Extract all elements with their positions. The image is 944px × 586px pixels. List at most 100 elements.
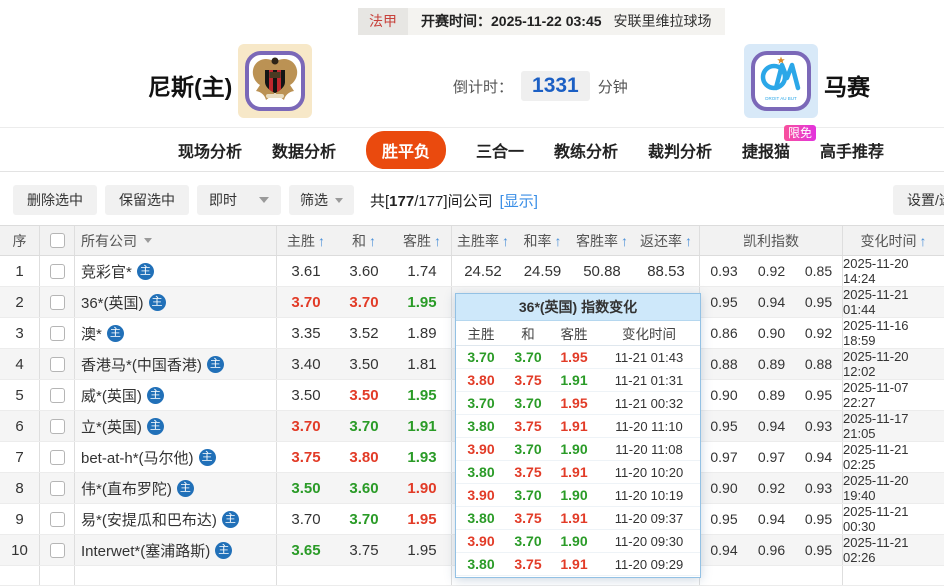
- popup-home-odds: 3.80: [467, 510, 495, 526]
- delete-selected-button[interactable]: 删除选中: [13, 185, 97, 215]
- odds-value: 3.50: [291, 386, 321, 404]
- popup-away-odds: 1.90: [560, 487, 588, 503]
- caret-down-icon: [259, 197, 269, 203]
- popup-change-time: 11-21 01:31: [614, 372, 684, 388]
- company-cell[interactable]: 易*(安提瓜和巴布达) 主: [75, 504, 277, 534]
- col-home-odds[interactable]: 主胜 ↑: [277, 226, 335, 255]
- company-cell[interactable]: 香港马*(中国香港) 主: [75, 349, 277, 379]
- kickoff-info: 开赛时间：2025-11-22 03:45 安联里维拉球场: [408, 8, 725, 35]
- kelly-value: 0.95: [795, 380, 843, 410]
- company-cell[interactable]: bet-at-h*(马尔他) 主: [75, 442, 277, 472]
- row-checkbox[interactable]: [49, 356, 65, 372]
- change-time: 2025-11-20 12:02: [843, 349, 909, 379]
- popup-draw-odds: 3.75: [514, 510, 542, 526]
- row-checkbox[interactable]: [49, 325, 65, 341]
- row-checkbox[interactable]: [49, 449, 65, 465]
- home-badge-icon: 主: [146, 386, 164, 404]
- time-filter-value: 即时: [209, 192, 237, 208]
- col-return-rate[interactable]: 返还率 ↑: [633, 226, 700, 255]
- col-draw-rate[interactable]: 和率 ↑: [514, 226, 571, 255]
- company-cell[interactable]: 伟*(直布罗陀) 主: [75, 473, 277, 503]
- company-cell[interactable]: 澳* 主: [75, 318, 277, 348]
- change-time: 2025-11-16 18:59: [843, 318, 909, 348]
- tab-数据分析[interactable]: 数据分析: [272, 138, 336, 162]
- row-checkbox[interactable]: [49, 387, 65, 403]
- tab-现场分析[interactable]: 现场分析: [178, 138, 242, 162]
- tab-捷报猫[interactable]: 捷报猫 限免: [742, 124, 817, 162]
- company-cell[interactable]: 竞彩官* 主: [75, 256, 277, 286]
- change-time: 2025-11-07 22:27: [843, 380, 909, 410]
- popup-change-time: 11-21 01:43: [614, 349, 684, 365]
- show-link[interactable]: [显示]: [500, 190, 538, 211]
- popup-home-odds: 3.80: [467, 372, 495, 388]
- col-away-rate[interactable]: 客胜率 ↑: [571, 226, 633, 255]
- row-checkbox[interactable]: [49, 480, 65, 496]
- odds-value: 3.35: [291, 324, 321, 342]
- row-checkbox[interactable]: [49, 511, 65, 527]
- kelly-value: 0.92: [795, 318, 843, 348]
- company-name: 竞彩官*: [81, 263, 132, 281]
- kickoff-label: 开赛时间：: [421, 13, 491, 29]
- tab-label: 三合一: [475, 143, 524, 161]
- toolbar: 删除选中 保留选中 即时 筛选 共[177/177]间公司 [显示] 设置/选择: [0, 178, 944, 222]
- row-checkbox[interactable]: [49, 263, 65, 279]
- sort-asc-icon: ↑: [502, 232, 509, 249]
- row-index: 3: [0, 318, 40, 348]
- home-badge-icon: 主: [176, 479, 194, 497]
- kelly-value: 0.94: [757, 418, 786, 434]
- popup-draw-odds: 3.75: [514, 372, 542, 388]
- row-checkbox[interactable]: [49, 294, 65, 310]
- kelly-value: 0.94: [757, 294, 786, 310]
- popup-title: 36*(英国) 指数变化: [456, 294, 700, 321]
- time-filter-dropdown[interactable]: 即时: [197, 185, 281, 215]
- popup-row: 3.70 3.70 1.95 11-21 00:32: [456, 392, 700, 415]
- settings-button[interactable]: 设置/选择: [893, 185, 944, 215]
- col-company[interactable]: 所有公司: [75, 226, 277, 255]
- odds-value: 3.50: [349, 386, 379, 404]
- company-cell[interactable]: 36*(英国) 主: [75, 287, 277, 317]
- company-name: Interwet*(塞浦路斯): [81, 542, 211, 560]
- popup-draw-odds: 3.70: [514, 349, 542, 365]
- popup-row: 3.80 3.75 1.91 11-21 01:31: [456, 369, 700, 392]
- company-cell[interactable]: 威*(英国) 主: [75, 380, 277, 410]
- company-cell[interactable]: 立*(英国) 主: [75, 411, 277, 441]
- col-kelly: 凯利指数: [700, 226, 843, 255]
- rate-value: 24.59: [523, 262, 562, 280]
- popup-away-odds: 1.95: [560, 395, 588, 411]
- col-change-time[interactable]: 变化时间 ↑: [843, 226, 944, 255]
- keep-selected-button[interactable]: 保留选中: [105, 185, 189, 215]
- odds-value: 3.61: [291, 262, 321, 280]
- col-home-rate[interactable]: 主胜率 ↑: [452, 226, 514, 255]
- league-badge[interactable]: 法甲: [358, 8, 408, 35]
- kelly-value: 0.86: [710, 325, 738, 341]
- tab-高手推荐[interactable]: 高手推荐: [820, 138, 884, 162]
- col-away-odds[interactable]: 客胜 ↑: [393, 226, 452, 255]
- tab-label: 裁判分析: [648, 143, 713, 161]
- col-draw-odds[interactable]: 和 ↑: [335, 226, 393, 255]
- kelly-value: 0.94: [795, 442, 843, 472]
- popup-away-odds: 1.90: [560, 533, 588, 549]
- tab-教练分析[interactable]: 教练分析: [554, 138, 618, 162]
- select-all-checkbox[interactable]: [49, 233, 65, 248]
- sort-asc-icon: ↑: [919, 232, 927, 249]
- tab-label: 捷报猫: [742, 143, 791, 161]
- tab-三合一[interactable]: 三合一: [476, 138, 524, 162]
- countdown-label: 倒计时：: [453, 78, 514, 96]
- filter-dropdown[interactable]: 筛选: [289, 185, 354, 215]
- row-checkbox[interactable]: [49, 542, 65, 558]
- select-all-cell: [40, 226, 75, 255]
- tab-裁判分析[interactable]: 裁判分析: [648, 138, 712, 162]
- odds-value: 3.60: [349, 479, 379, 497]
- popup-change-time: 11-21 00:32: [614, 395, 684, 411]
- company-cell[interactable]: Interwet*(塞浦路斯) 主: [75, 535, 277, 565]
- odds-value: 3.70: [291, 293, 321, 311]
- company-count-current: 177: [389, 192, 415, 210]
- odds-value: 3.75: [349, 541, 379, 559]
- home-badge-icon: 主: [215, 541, 233, 559]
- row-checkbox[interactable]: [49, 418, 65, 434]
- popup-change-time: 11-20 09:37: [614, 510, 684, 526]
- kelly-value: 0.95: [710, 294, 738, 310]
- tab-胜平负[interactable]: 胜平负: [365, 130, 446, 169]
- kelly-value: 0.94: [757, 511, 786, 527]
- row-index: 9: [0, 504, 40, 534]
